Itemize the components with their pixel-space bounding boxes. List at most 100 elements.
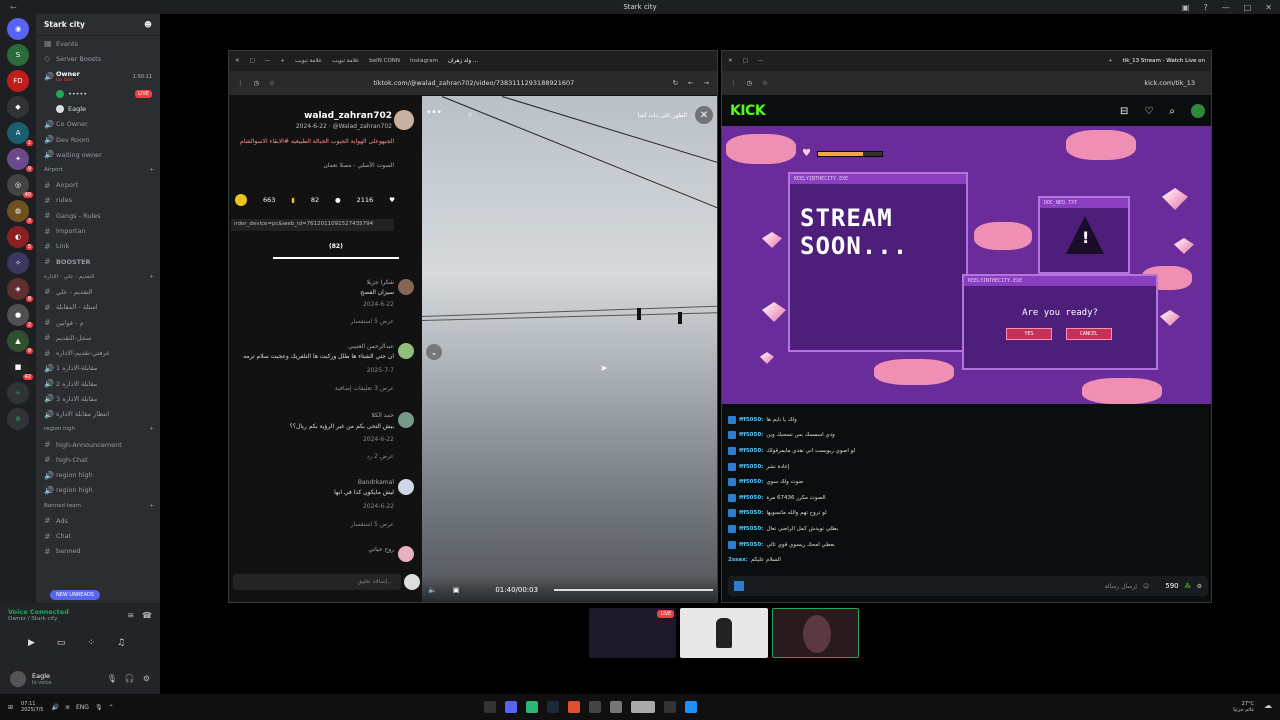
tab-active[interactable]: tik_13 Stream - Watch Live on [1123,58,1205,64]
add-channel-icon[interactable]: + [149,503,154,509]
invite-icon[interactable]: ☻ [144,20,152,29]
view-replies-button[interactable]: عرض 2 رد [234,453,394,460]
author-name[interactable]: walad_zahran702 [304,111,392,121]
disconnect-icon[interactable]: ☎ [142,611,152,620]
server-icon[interactable]: ✧ [7,252,29,274]
search-icon[interactable]: ⌕ [468,110,472,120]
windows-icon[interactable] [684,701,697,713]
voice-user[interactable]: Eagle [36,102,160,117]
close-button[interactable]: ✕ [1265,3,1272,12]
channel-booster[interactable]: # BOOSTER [36,254,160,269]
back-icon[interactable]: ← [688,79,693,87]
channel[interactable]: # التقديم - علي [36,284,160,299]
new-tab-icon[interactable]: + [280,58,285,64]
close-window-icon[interactable]: ✕ [728,58,733,64]
star-icon[interactable]: ☆ [762,79,768,87]
server-icon[interactable]: ◐ 5 [7,226,33,250]
server-icon[interactable]: ● 2 [7,304,33,328]
cancel-button[interactable]: CANCEL [1066,328,1112,340]
url-input[interactable]: kick.com/tik_13 [1144,79,1195,87]
url-input[interactable]: tiktok.com/@walad_zahran702/video/738311… [373,79,574,87]
minimize-icon[interactable]: — [265,58,271,64]
speaker-icon[interactable]: 🔊 [52,704,59,711]
view-replies-button[interactable]: عرض 3 تعليقات إضافية [234,385,394,392]
chevron-up-icon[interactable]: ⌃ [109,704,114,711]
minimize-button[interactable]: — [1222,3,1230,12]
mic-icon[interactable]: 🎙 [95,704,103,711]
weather-icon[interactable]: ☁ [1264,701,1272,710]
chat-input[interactable]: إرسال رسالة [1104,583,1136,590]
server-icon[interactable]: ▲ 9 [7,330,33,354]
add-channel-icon[interactable]: + [149,167,154,173]
add-channel-icon[interactable]: + [149,274,154,280]
volume-icon[interactable]: 🔈 [428,586,437,594]
search-icon[interactable]: ⌕ [1169,106,1175,117]
search-icon[interactable] [663,701,676,713]
app-icon[interactable] [630,701,655,713]
screen-share-icon[interactable]: ▭ [57,638,66,648]
reload-icon[interactable]: ↻ [673,79,678,87]
voice-channel[interactable]: 🔊 مقابلة الاداره 3 [36,391,160,406]
category-applications[interactable]: التقديم - علي - الادارة + [36,269,160,284]
more-options-icon[interactable]: ••• [426,108,442,118]
server-icon[interactable]: ◆ [7,96,29,118]
share-icon[interactable] [235,194,247,206]
avatar[interactable] [10,670,26,687]
server-icon[interactable]: ■ 42 [7,356,33,380]
voice-channel-dev-room[interactable]: 🔊 Dev Room [36,132,160,147]
history-icon[interactable]: ◷ [254,79,260,87]
tiktok-video-player[interactable]: ••• ⌕ الطور على ذات اسا ✕ ⌄ ➤ 🔈 ▣ 01:40/… [422,96,717,602]
heart-icon[interactable]: ♥ [389,196,395,204]
close-window-icon[interactable]: ✕ [235,58,240,64]
category-banned-team[interactable]: Banned team + [36,498,160,513]
category-region-high[interactable]: region high + [36,422,160,437]
new-tab-icon[interactable]: + [1108,58,1113,64]
server-icon[interactable]: ✦ 9 [7,148,33,172]
emoji-icon[interactable]: ☺ [1143,583,1149,590]
app-icon[interactable] [525,701,538,713]
brave-icon[interactable] [567,701,580,713]
voice-channel-waiting-owner[interactable]: 🔊 waiting owner [36,147,160,162]
voice-channel-region-high[interactable]: 🔊 region high [36,468,160,483]
menu-icon[interactable]: ⋮ [237,79,244,87]
channel-gangs-rules[interactable]: # Gangs - Rules [36,208,160,223]
avatar[interactable] [398,343,414,359]
progress-bar[interactable] [554,589,713,591]
forward-icon[interactable]: → [704,79,709,87]
yes-button[interactable]: YES [1006,328,1052,340]
mic-icon[interactable]: 🎙 [107,674,117,683]
voice-location[interactable]: Owner / Stark city [8,616,69,622]
channel-link[interactable]: # Link [36,239,160,254]
help-icon[interactable]: ? [1203,3,1207,12]
wifi-icon[interactable]: ≋ [65,704,70,711]
noise-suppression-icon[interactable]: ≋ [127,611,134,620]
video-link[interactable]: nder_device=pc&web_id=761201109152743579… [231,219,394,231]
channel-banned[interactable]: # banned [36,544,160,559]
view-replies-button[interactable]: عرض 5 استفسار [234,318,394,325]
activities-icon[interactable]: ⁘ [87,638,95,648]
avatar[interactable] [1191,104,1205,118]
avatar[interactable] [398,546,414,562]
app-icon[interactable] [588,701,601,713]
channel-ads[interactable]: # Ads [36,513,160,528]
camera-icon[interactable]: ▶ [28,638,35,648]
channel-chat[interactable]: # Chat [36,528,160,543]
gear-icon[interactable]: ⚙ [143,674,150,683]
kick-video-player[interactable]: ♥ KEELYINTHECITY.EXE STREAM SOON... DOC_… [722,126,1211,404]
pip-icon[interactable]: ▣ [453,586,460,594]
avatar[interactable] [398,279,414,295]
discord-icon[interactable] [504,701,517,713]
channel-airport[interactable]: # Airport [36,177,160,192]
comment-icon[interactable]: ● [335,196,341,204]
channel-server-boosts[interactable]: ◇ Server Boosts [36,51,160,66]
tab[interactable]: Instagram [410,58,438,64]
channel-high-announcement[interactable]: # high-Announcement [36,437,160,452]
participant-thumbnail[interactable] [771,608,859,658]
chat-settings-icon[interactable]: ⚙ [1197,583,1202,590]
server-icon[interactable]: A1 [7,122,33,146]
close-video-button[interactable]: ✕ [695,106,713,124]
new-unreads-button[interactable]: NEW UNREADS [50,590,100,600]
channel[interactable]: # سجل-التقديم [36,330,160,345]
add-server-icon[interactable]: + [7,382,29,404]
maximize-button[interactable]: □ [1244,3,1252,12]
